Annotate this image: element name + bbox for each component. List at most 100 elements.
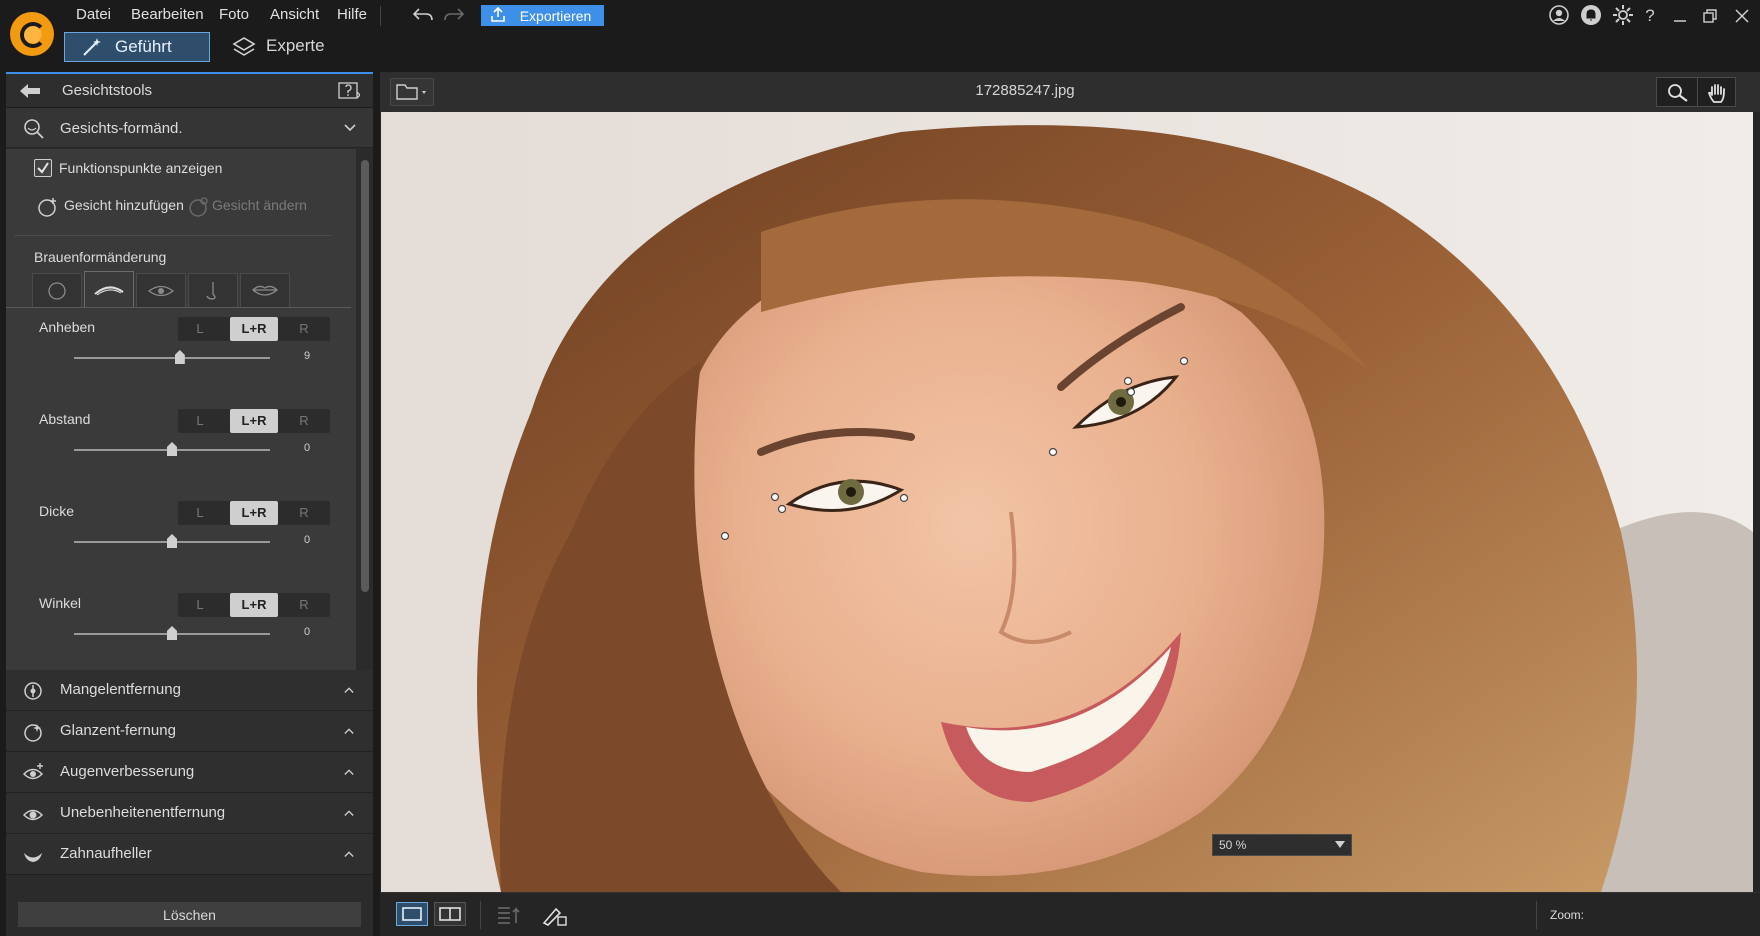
single-view-button[interactable] bbox=[396, 902, 428, 926]
tab-face[interactable] bbox=[32, 273, 82, 307]
photo-canvas[interactable] bbox=[381, 112, 1753, 892]
account-icon[interactable] bbox=[1548, 4, 1570, 26]
add-face-button[interactable]: Gesicht hinzufügen bbox=[64, 197, 184, 213]
slider-label: Winkel bbox=[39, 595, 82, 611]
slider-track[interactable] bbox=[74, 442, 270, 456]
section-header[interactable]: Augenverbesserung bbox=[6, 752, 373, 793]
menu-bearbeiten[interactable]: Bearbeiten bbox=[131, 6, 204, 23]
side-right-button[interactable]: R bbox=[280, 593, 328, 617]
feature-tabs bbox=[32, 271, 324, 307]
tab-nose[interactable] bbox=[188, 273, 238, 307]
divider bbox=[1536, 901, 1537, 929]
redo-icon[interactable] bbox=[443, 6, 465, 24]
edit-face-icon bbox=[189, 197, 208, 217]
section-title: Unebenheitenentfernung bbox=[60, 804, 226, 821]
face-outline-icon bbox=[48, 282, 66, 300]
close-icon[interactable] bbox=[1734, 8, 1750, 24]
menu-foto[interactable]: Foto bbox=[219, 6, 249, 23]
slider-track[interactable] bbox=[74, 534, 270, 548]
slider-thumb[interactable] bbox=[167, 442, 177, 456]
brush-eraser-icon[interactable] bbox=[540, 903, 568, 927]
side-both-button[interactable]: L+R bbox=[230, 501, 278, 525]
side-both-button[interactable]: L+R bbox=[230, 593, 278, 617]
slider-thumb[interactable] bbox=[167, 626, 177, 640]
side-right-button[interactable]: R bbox=[280, 317, 328, 341]
export-icon bbox=[491, 7, 505, 22]
compare-view-button[interactable] bbox=[434, 902, 466, 926]
zoom-tool-icon[interactable] bbox=[1665, 82, 1691, 104]
chevron-up-icon bbox=[344, 810, 354, 816]
section-header[interactable]: Zahnaufheller bbox=[6, 834, 373, 875]
zoom-select[interactable]: 50 % bbox=[1212, 834, 1352, 856]
menu-datei[interactable]: Datei bbox=[76, 6, 111, 23]
back-arrow-icon[interactable] bbox=[18, 82, 42, 100]
chevron-up-icon bbox=[344, 769, 354, 775]
eye-icon bbox=[22, 809, 44, 821]
add-face-icon[interactable] bbox=[37, 196, 59, 218]
slider-label: Abstand bbox=[39, 411, 91, 427]
section-header[interactable]: Mangelentfernung bbox=[6, 670, 373, 711]
checkmark-icon bbox=[37, 162, 49, 174]
side-left-button[interactable]: L bbox=[178, 317, 222, 341]
dropdown-arrow-icon bbox=[1335, 841, 1345, 848]
panel-help-icon[interactable] bbox=[338, 82, 360, 100]
section-title: Zahnaufheller bbox=[60, 845, 152, 862]
shine-icon bbox=[24, 724, 42, 742]
side-both-button[interactable]: L+R bbox=[230, 409, 278, 433]
side-right-button[interactable]: R bbox=[280, 409, 328, 433]
magic-wand-icon bbox=[83, 38, 101, 56]
single-view-icon bbox=[402, 907, 422, 921]
export-button[interactable]: Exportieren bbox=[481, 5, 604, 26]
menu-ansicht[interactable]: Ansicht bbox=[270, 6, 319, 23]
panel-scrollbar[interactable] bbox=[361, 160, 369, 592]
mode-expert-button[interactable]: Experte bbox=[228, 32, 358, 62]
tab-eye[interactable] bbox=[136, 273, 186, 307]
tabs-baseline bbox=[6, 307, 351, 308]
slider-thumb[interactable] bbox=[167, 534, 177, 548]
mode-guided-button[interactable]: Geführt bbox=[64, 32, 210, 62]
notification-icon[interactable] bbox=[1580, 4, 1602, 26]
menu-hilfe[interactable]: Hilfe bbox=[337, 6, 367, 23]
mode-expert-label: Experte bbox=[266, 36, 325, 55]
slider-thumb[interactable] bbox=[174, 350, 185, 364]
side-left-button[interactable]: L bbox=[178, 593, 222, 617]
hand-tool-icon[interactable] bbox=[1705, 81, 1729, 105]
viewer-footer: Zoom: bbox=[380, 892, 1760, 936]
section-header[interactable]: Glanzent-fernung bbox=[6, 711, 373, 752]
slider-value: 0 bbox=[304, 626, 311, 638]
slider-track[interactable] bbox=[74, 626, 270, 640]
panel-header: Gesichtstools bbox=[6, 74, 373, 108]
tab-eyebrow[interactable] bbox=[84, 271, 134, 307]
face-shaper-section-header[interactable]: Gesichts-formänd. bbox=[6, 108, 373, 148]
eye-plus-icon bbox=[22, 763, 44, 780]
view-tools bbox=[1656, 77, 1736, 107]
help-icon[interactable]: ? bbox=[1638, 4, 1662, 28]
slider-value: 0 bbox=[304, 442, 311, 454]
side-selector: L L+R R bbox=[178, 409, 330, 433]
slider-track[interactable] bbox=[74, 350, 270, 364]
divider bbox=[14, 235, 332, 236]
minimize-icon[interactable] bbox=[1672, 8, 1688, 24]
side-selector: L L+R R bbox=[178, 317, 330, 341]
show-points-checkbox[interactable] bbox=[34, 159, 52, 177]
delete-button[interactable]: Löschen bbox=[18, 902, 361, 927]
tab-lips[interactable] bbox=[240, 273, 290, 307]
restore-icon[interactable] bbox=[1702, 8, 1718, 24]
face-tools-panel: Gesichtstools Gesichts-formänd. Funktion… bbox=[6, 72, 373, 936]
slider-label: Anheben bbox=[39, 319, 96, 335]
settings-icon[interactable] bbox=[1612, 4, 1634, 26]
side-right-button[interactable]: R bbox=[280, 501, 328, 525]
show-points-label: Funktionspunkte anzeigen bbox=[59, 160, 223, 176]
viewer-toolbar: 172885247.jpg bbox=[380, 72, 1760, 112]
tooth-icon bbox=[24, 853, 42, 862]
chevron-up-icon bbox=[344, 851, 354, 857]
side-left-button[interactable]: L bbox=[178, 409, 222, 433]
face-shaper-body: Funktionspunkte anzeigen Gesicht hinzufü… bbox=[6, 149, 356, 745]
section-header[interactable]: Unebenheitenentfernung bbox=[6, 793, 373, 834]
compare-view-icon bbox=[439, 907, 461, 921]
portrait-photo bbox=[381, 112, 1753, 892]
face-shaper-title: Gesichts-formänd. bbox=[60, 120, 183, 137]
side-both-button[interactable]: L+R bbox=[230, 317, 278, 341]
undo-icon[interactable] bbox=[412, 6, 434, 24]
side-left-button[interactable]: L bbox=[178, 501, 222, 525]
